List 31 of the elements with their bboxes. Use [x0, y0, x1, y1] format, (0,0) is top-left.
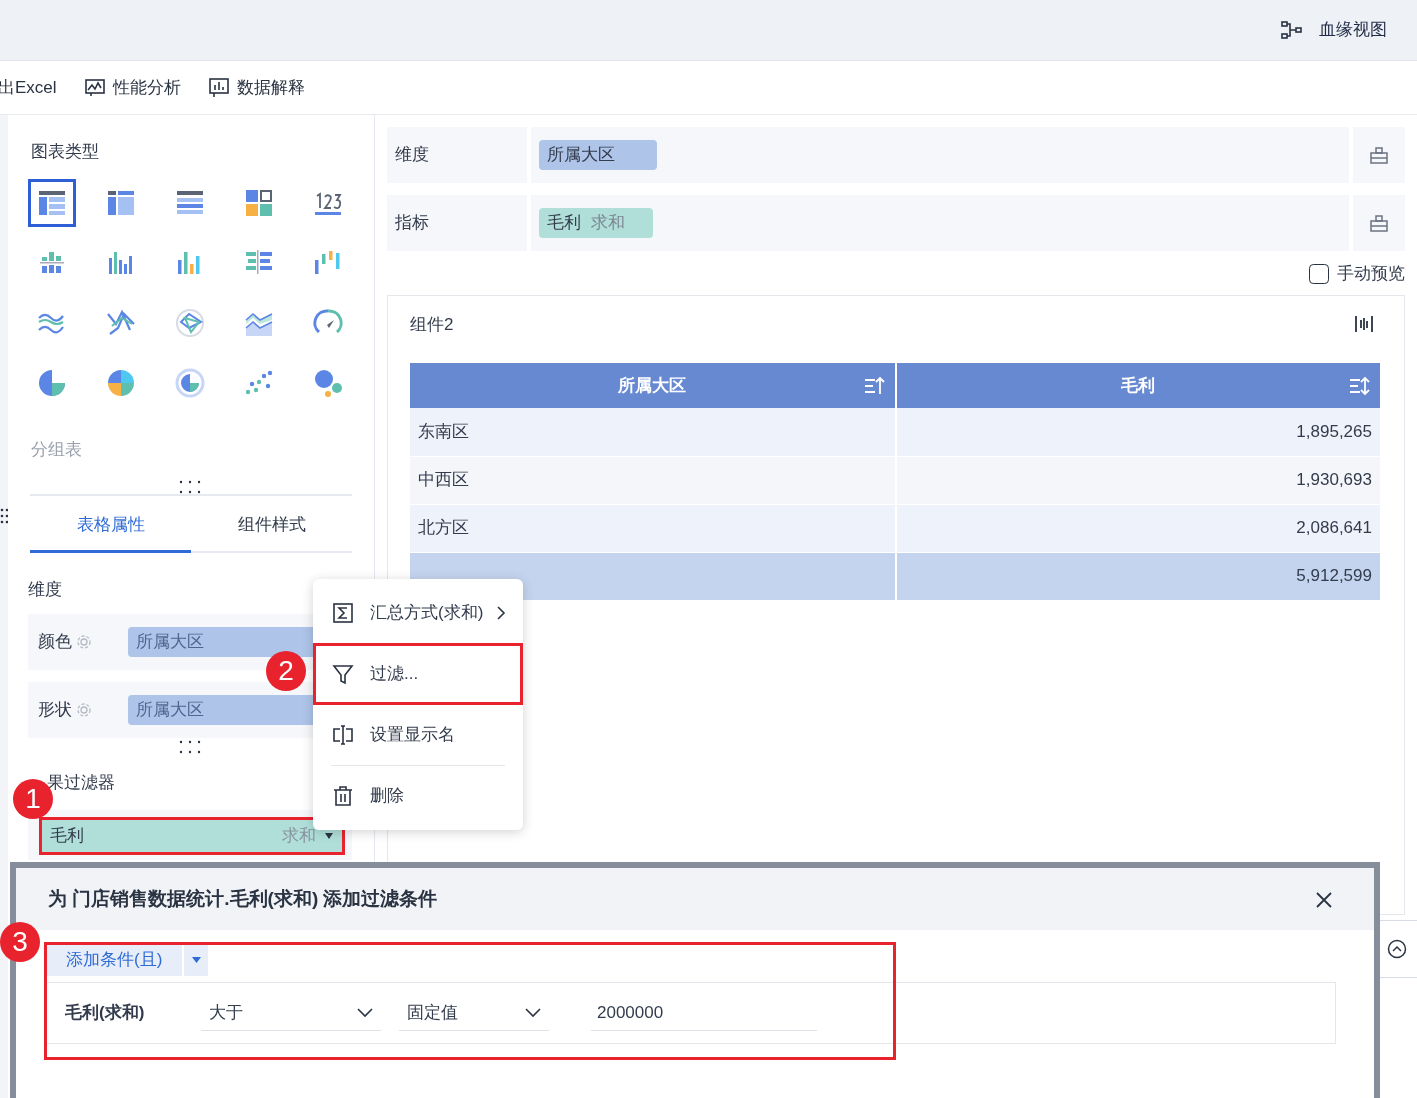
section-title: 图表类型 [30, 141, 100, 163]
field-label: 形状 [38, 699, 72, 722]
checkbox-label: 手动预览 [1337, 263, 1405, 285]
operator-select[interactable]: 大于 [201, 995, 381, 1031]
add-condition-button[interactable]: 添加条件(且) [46, 944, 183, 976]
table-cell: 中西区 [410, 456, 896, 504]
field-label: 维度 [395, 144, 429, 167]
table-cell: 东南区 [410, 408, 896, 456]
table-cell: 北方区 [410, 504, 896, 552]
toolbar-link[interactable]: 数据解释 [208, 74, 305, 101]
lineage-view-link[interactable]: 血缘视图 [1281, 17, 1387, 43]
value-type-select[interactable]: 固定值 [399, 995, 549, 1031]
aggregation-label: 求和 [282, 824, 316, 847]
dialog-title: 为 门店销售数据统计.毛利(求和) 添加过滤条件 [48, 886, 438, 911]
table-cell: 5,912,599 [895, 552, 1381, 600]
dimension-chip[interactable]: 所属大区 [539, 140, 657, 170]
field-name: 毛利 [50, 824, 84, 847]
condition-field: 毛利(求和) [65, 1000, 183, 1026]
table-cell: 2,086,641 [895, 504, 1381, 552]
filter-field-chip[interactable]: 毛利 求和 [42, 819, 342, 852]
field-label: 指标 [395, 212, 429, 235]
panel-tab[interactable]: 组件样式 [191, 504, 352, 553]
table-cell: 1,895,265 [895, 408, 1381, 456]
section-subtitle: 分组表 [30, 438, 83, 461]
section-title: 维度 [28, 578, 63, 601]
field-label: 颜色 [38, 631, 72, 654]
table-cell: 1,930,693 [895, 456, 1381, 504]
measure-chip[interactable]: 毛利 求和 [539, 208, 653, 238]
panel-tab[interactable]: 表格属性 [30, 504, 191, 553]
toolbar-link[interactable]: 性能分析 [84, 74, 181, 101]
widget-title: 组件2 [410, 313, 454, 336]
